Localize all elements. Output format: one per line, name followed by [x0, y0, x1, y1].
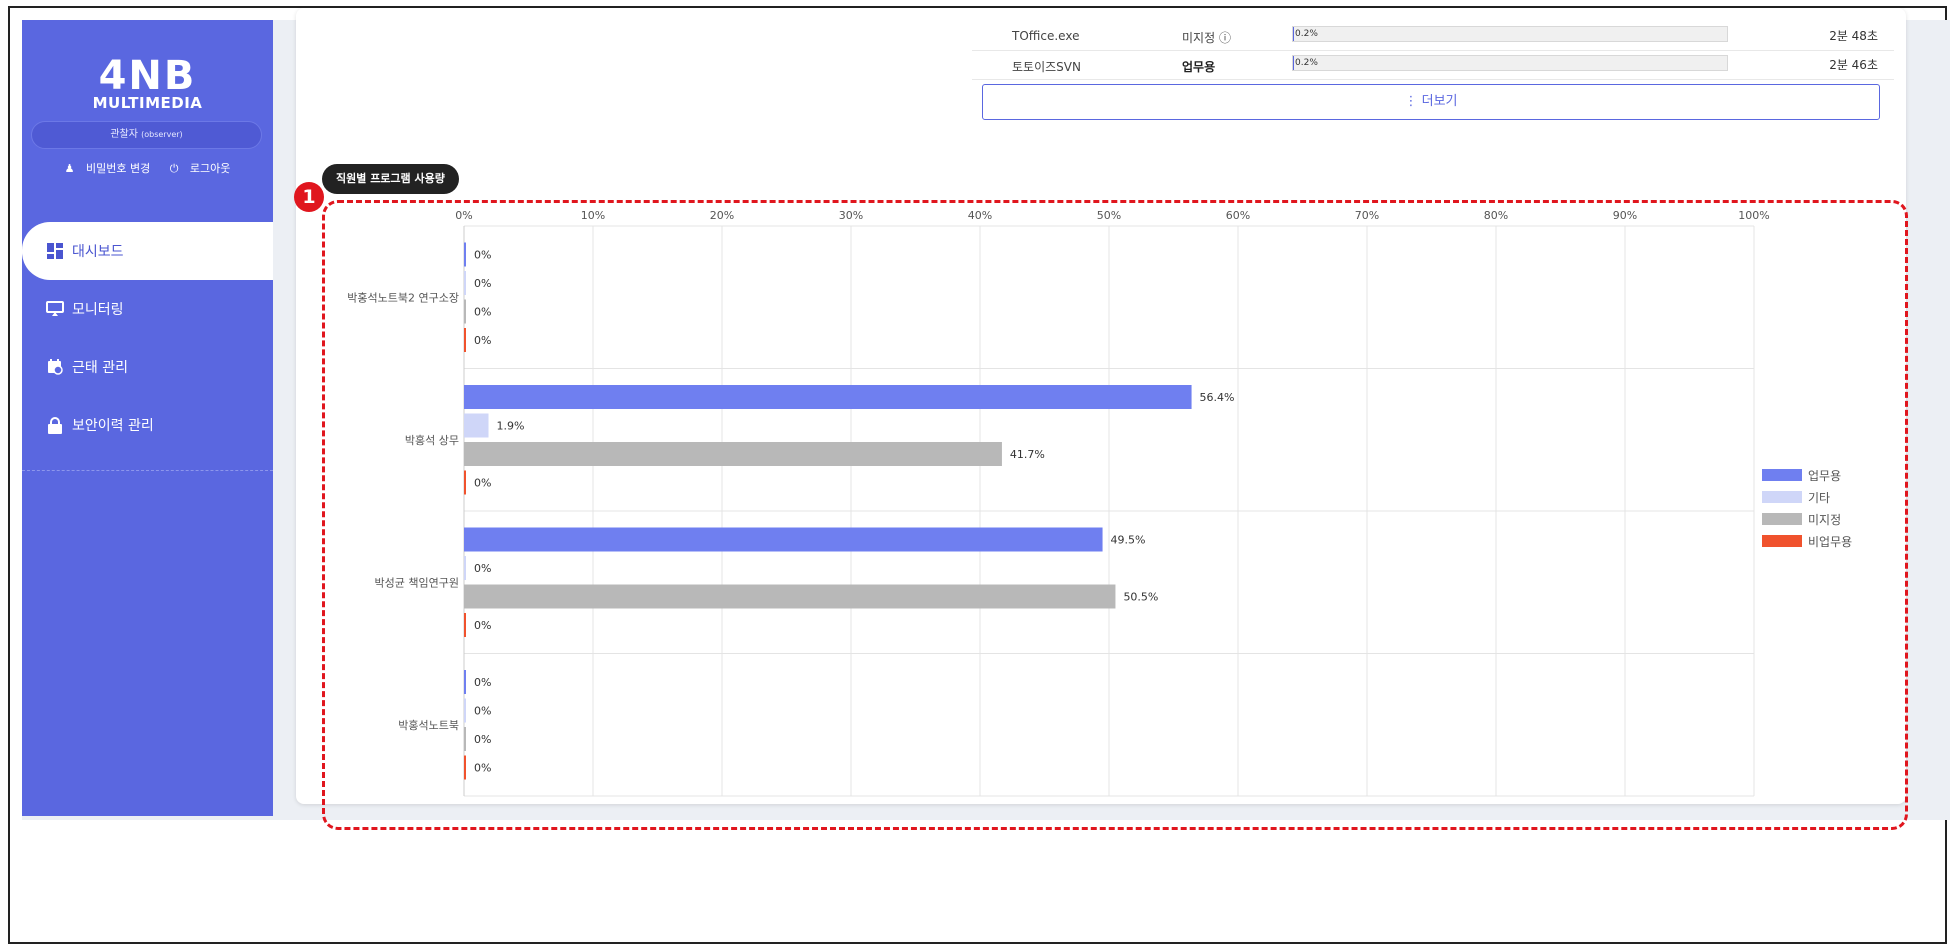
highlight-box [322, 200, 1908, 830]
step-badge: 1 [294, 182, 324, 212]
